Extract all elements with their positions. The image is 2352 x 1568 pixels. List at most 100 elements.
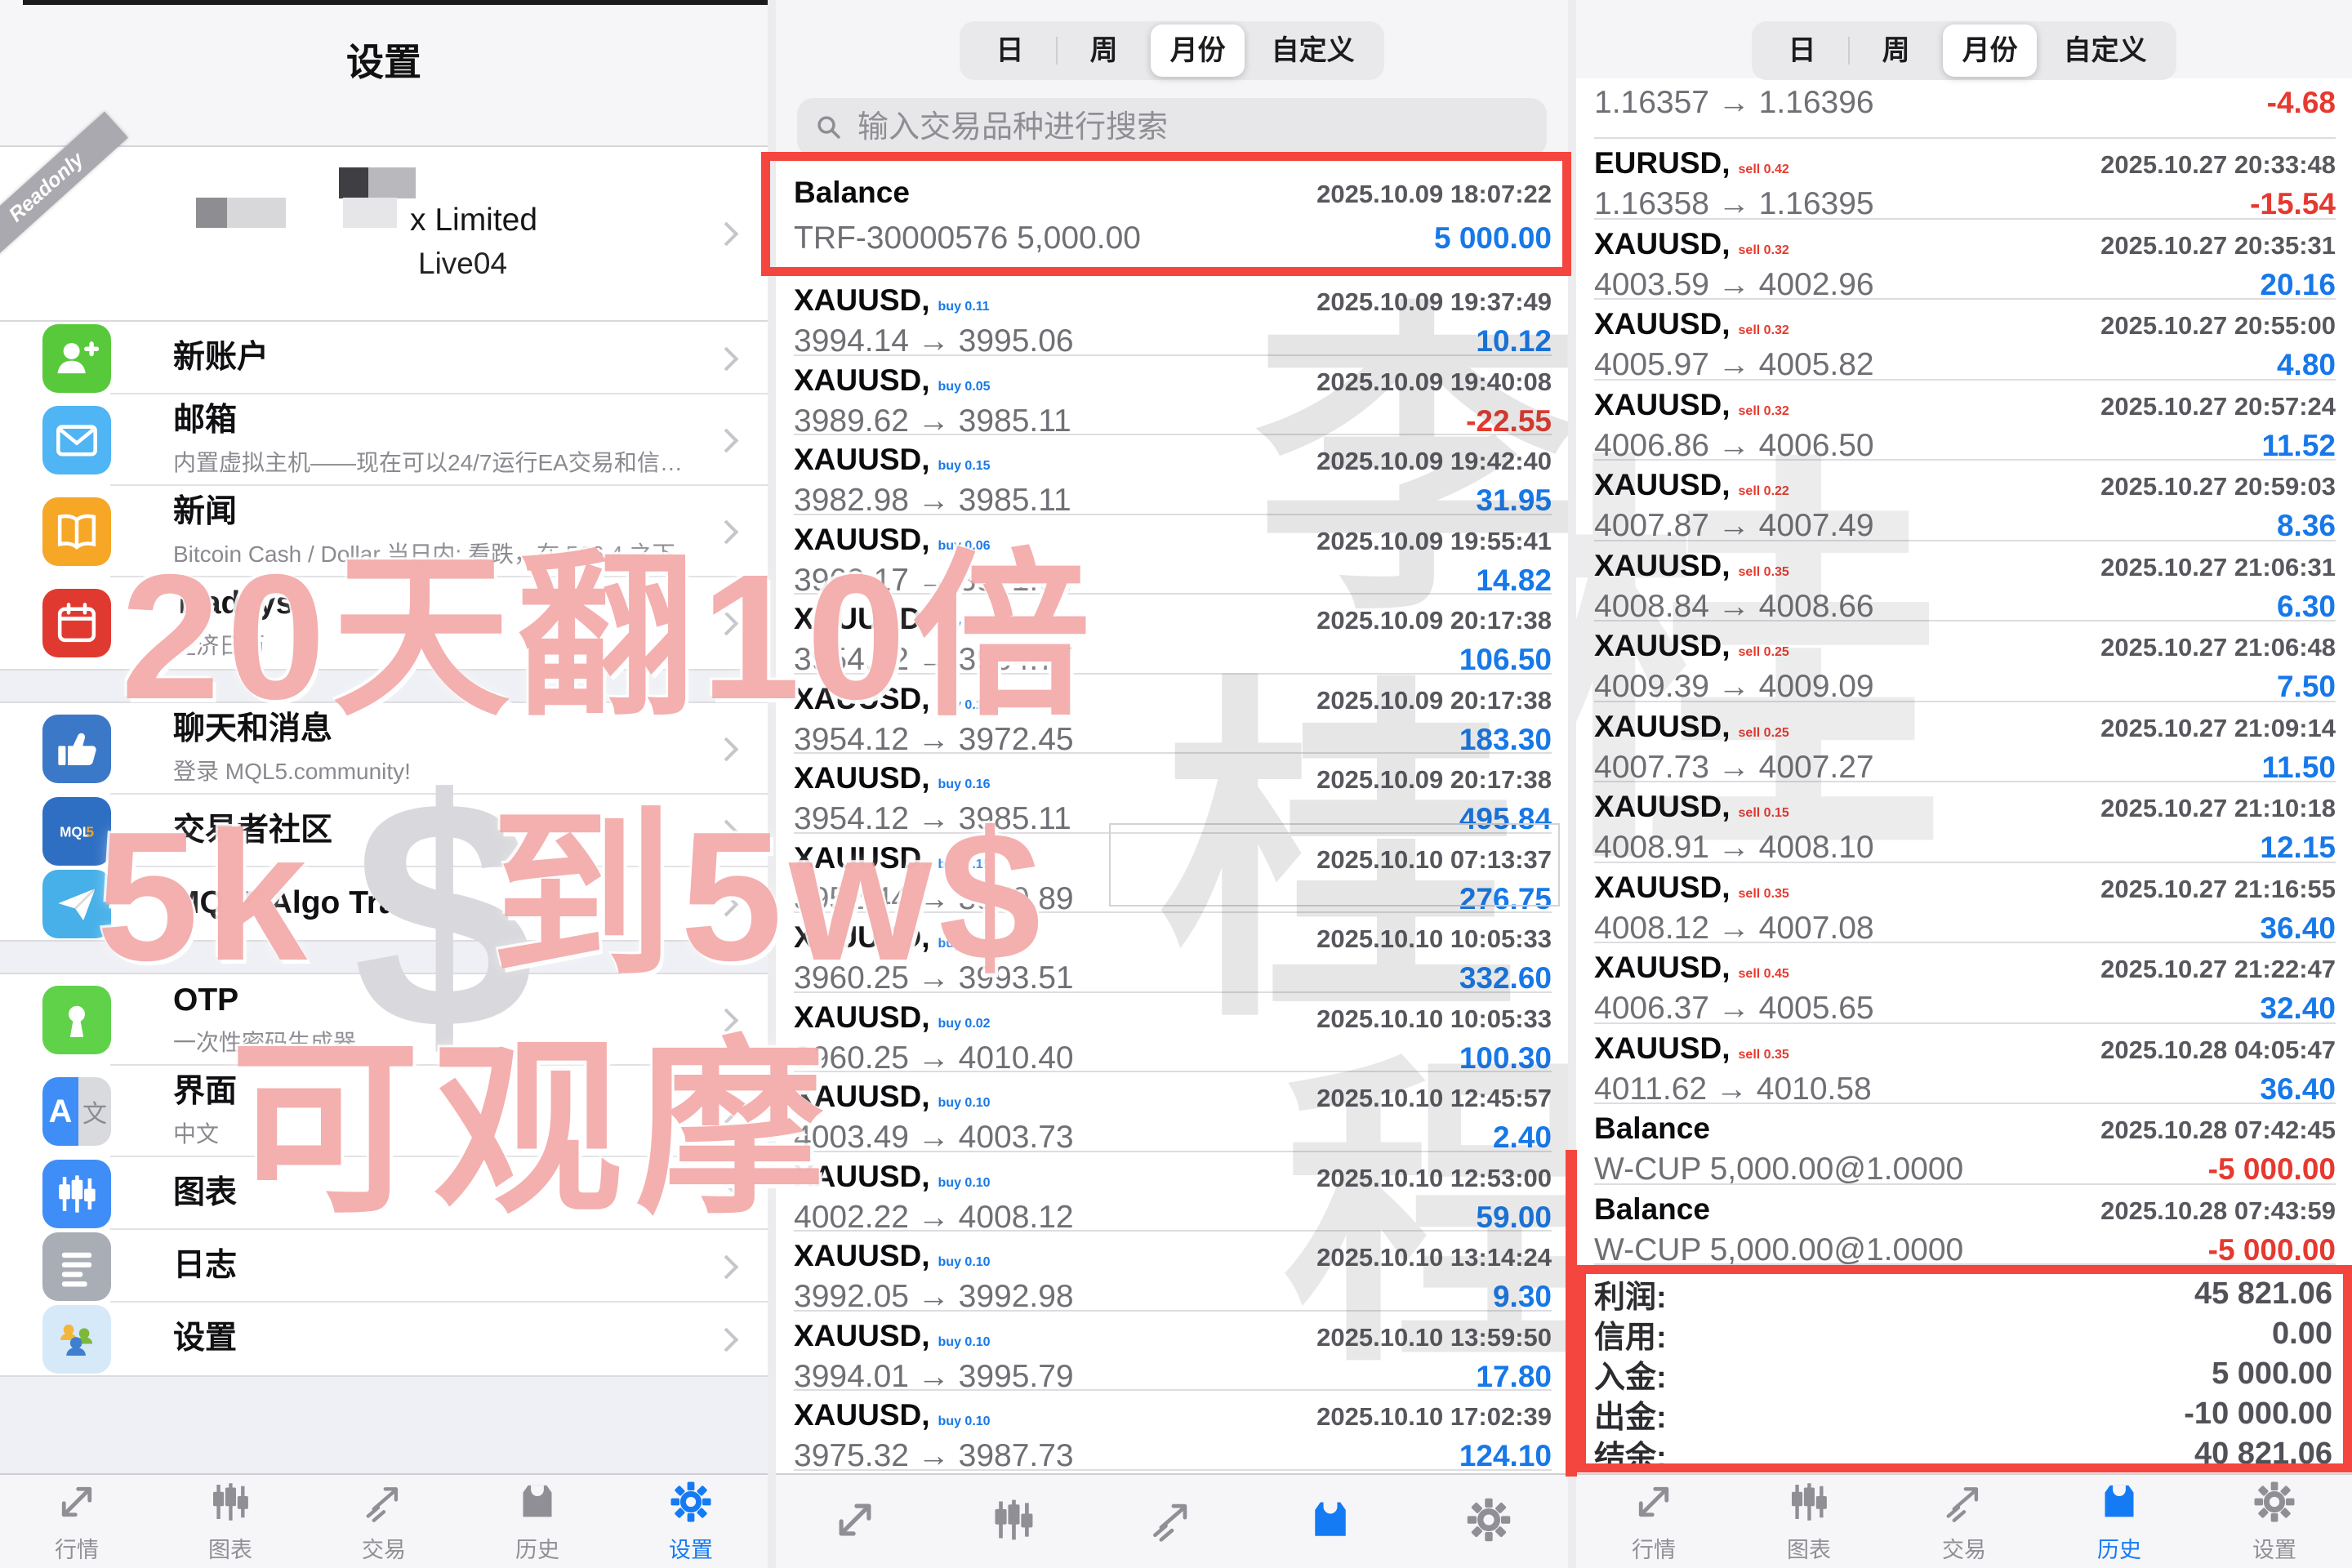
menu-item-new-account[interactable]: 新账户	[0, 322, 768, 394]
deal-row[interactable]: XAUUSD,sell 0.252025.10.27 21:09:144007.…	[1594, 702, 2336, 783]
deal-row[interactable]: XAUUSD,sell 0.322025.10.27 20:55:004005.…	[1594, 300, 2336, 381]
tab-行情[interactable]: 行情	[0, 1479, 154, 1564]
tab-history[interactable]	[1251, 1495, 1410, 1548]
deal-action: sell 0.35	[1739, 565, 1789, 579]
balance-row[interactable]: Balance2025.10.28 07:43:59W-CUP 5,000.00…	[1594, 1185, 2336, 1266]
deal-profit: 11.50	[2261, 751, 2336, 784]
deal-row[interactable]: XAUUSD,sell 0.352025.10.28 04:05:474011.…	[1594, 1024, 2336, 1105]
summary-value: -10 000.00	[2184, 1396, 2332, 1432]
deal-row[interactable]: XAUUSD,buy 0.102025.10.09 20:17:383954.1…	[794, 595, 1552, 675]
quotes-icon	[1631, 1479, 1677, 1529]
tab-图表[interactable]: 图表	[154, 1479, 307, 1564]
menu-item-otp[interactable]: OTP一次性密码生成器	[0, 974, 768, 1066]
redaction-block	[343, 198, 397, 228]
tab-历史[interactable]: 历史	[461, 1479, 614, 1564]
menu-item-interface[interactable]: A文界面中文	[0, 1066, 768, 1157]
menu-item-tradays[interactable]: Tradays经济日历	[0, 577, 768, 669]
deal-action: buy 0.10	[938, 1335, 991, 1349]
tab-chart[interactable]	[934, 1495, 1093, 1548]
journal-icon	[42, 1232, 111, 1301]
summary-line: 结余:40 821.06	[1594, 1434, 2332, 1474]
menu-item-traders-community[interactable]: MQL5交易者社区	[0, 795, 768, 867]
deal-row[interactable]: XAUUSD,sell 0.322025.10.27 20:35:314003.…	[1594, 220, 2336, 301]
deal-row[interactable]: XAUUSD,buy 0.102025.10.10 17:02:393975.3…	[794, 1391, 1552, 1471]
segment-周[interactable]: 周	[1849, 24, 1943, 77]
deal-row[interactable]: XAUUSD,sell 0.352025.10.27 21:06:314008.…	[1594, 541, 2336, 622]
deal-row[interactable]: XAUUSD,buy 0.162025.10.09 20:17:383954.1…	[794, 754, 1552, 834]
deal-row[interactable]: XAUUSD,buy 0.102025.10.10 12:45:574003.4…	[794, 1072, 1552, 1152]
deal-symbol: XAUUSD,	[794, 523, 930, 556]
deal-row[interactable]: XAUUSD,buy 0.102025.10.10 13:59:503994.0…	[794, 1312, 1552, 1392]
account-card[interactable]: Readonly x Limited Live04	[0, 147, 768, 322]
deal-row[interactable]: XAUUSD,buy 0.102025.10.09 20:17:383954.1…	[794, 675, 1552, 755]
deal-row[interactable]: XAUUSD,buy 0.062025.10.09 19:55:413969.1…	[794, 515, 1552, 595]
menu-item-news[interactable]: 新闻Bitcoin Cash / Dollar 当日内: 看跌，在 566.4 …	[0, 486, 768, 577]
segment-月份[interactable]: 月份	[1151, 24, 1245, 77]
balance-row[interactable]: Balance2025.10.09 18:07:22TRF-30000576 5…	[794, 162, 1552, 276]
segment-周[interactable]: 周	[1057, 24, 1151, 77]
chevron-right-icon	[715, 1327, 739, 1352]
chevron-right-icon	[715, 612, 739, 636]
chevron-right-icon	[715, 1182, 739, 1206]
tab-交易[interactable]: 交易	[307, 1479, 461, 1564]
deal-row[interactable]: XAUUSD,sell 0.452025.10.27 21:22:474006.…	[1594, 943, 2336, 1024]
deal-row[interactable]: XAUUSD,sell 0.222025.10.27 20:59:034007.…	[1594, 461, 2336, 541]
segment-自定义[interactable]: 自定义	[2037, 24, 2173, 77]
deal-action: buy 0.11	[938, 300, 990, 314]
balance-row[interactable]: Balance2025.10.28 07:42:45W-CUP 5,000.00…	[1594, 1104, 2336, 1185]
tab-trade[interactable]	[1093, 1495, 1251, 1548]
balance-amount: 5 000.00	[1434, 221, 1552, 255]
deal-row[interactable]: XAUUSD,buy 0.102025.10.10 10:05:333960.2…	[794, 913, 1552, 993]
deal-row[interactable]: XAUUSD,sell 0.252025.10.27 21:06:484009.…	[1594, 621, 2336, 702]
interface-icon: A文	[42, 1077, 111, 1146]
menu-item-journal[interactable]: 日志	[0, 1230, 768, 1303]
deal-row[interactable]: XAUUSD,sell 0.352025.10.27 21:16:554008.…	[1594, 863, 2336, 944]
svg-text:5: 5	[87, 823, 95, 840]
segment-日[interactable]: 日	[963, 24, 1057, 77]
deal-action: buy 0.02	[938, 1017, 991, 1031]
deal-row[interactable]: XAUUSD,buy 0.102025.10.10 12:53:004002.2…	[794, 1152, 1552, 1232]
deal-prices: 4008.84 → 4008.66	[1594, 589, 1874, 625]
deal-row[interactable]: XAUUSD,buy 0.112025.10.09 19:37:493994.1…	[794, 276, 1552, 356]
deal-row[interactable]: XAUUSD,buy 0.052025.10.09 19:40:083989.6…	[794, 356, 1552, 436]
deal-row[interactable]: EURUSD,sell 0.422025.10.27 20:33:481.163…	[1594, 139, 2336, 220]
tab-交易[interactable]: 交易	[1886, 1479, 2042, 1564]
menu-item-mql5-algo-trading[interactable]: MQL5 Algo Trading	[0, 867, 768, 940]
status-bar-remnant	[23, 0, 768, 5]
deal-row[interactable]: XAUUSD,sell 0.322025.10.27 20:57:244006.…	[1594, 381, 2336, 461]
menu-item-settings[interactable]: 设置	[0, 1303, 768, 1375]
deal-action: buy 0.10	[938, 1255, 991, 1269]
settings-menu-group: OTP一次性密码生成器A文界面中文图表日志设置	[0, 973, 768, 1377]
menu-item-label: 日志	[173, 1248, 237, 1285]
deal-profit: -15.54	[2250, 187, 2336, 220]
new-account-icon	[42, 324, 111, 393]
deal-datetime: 2025.10.10 17:02:39	[1316, 1403, 1552, 1432]
tab-quotes[interactable]	[776, 1495, 934, 1548]
deal-row[interactable]: XAUUSD,buy 0.022025.10.10 10:05:333960.2…	[794, 993, 1552, 1073]
deal-row[interactable]: XAUUSD,buy 0.152025.10.09 19:42:403982.9…	[794, 435, 1552, 515]
tab-行情[interactable]: 行情	[1576, 1479, 1731, 1564]
period-segmented-control: 日周月份自定义	[1752, 21, 2176, 80]
search-input[interactable]	[856, 109, 1530, 146]
tab-gear[interactable]	[1410, 1495, 1568, 1548]
chevron-right-icon	[715, 1100, 739, 1125]
menu-item-chat-messages[interactable]: 聊天和消息登录 MQL5.community!	[0, 703, 768, 795]
tab-历史[interactable]: 历史	[2042, 1479, 2197, 1564]
deal-datetime: 2025.10.10 12:45:57	[1316, 1085, 1552, 1113]
gear-icon	[668, 1479, 714, 1529]
menu-item-mailbox[interactable]: 邮箱内置虚拟主机——现在可以24/7运行EA交易和信号 - Tradin...	[0, 394, 768, 486]
tab-图表[interactable]: 图表	[1731, 1479, 1886, 1564]
deal-symbol: XAUUSD,	[1594, 227, 1731, 261]
menu-item-charts[interactable]: 图表	[0, 1157, 768, 1230]
segment-日[interactable]: 日	[1755, 24, 1849, 77]
segment-月份[interactable]: 月份	[1943, 24, 2037, 77]
deal-row[interactable]: XAUUSD,sell 0.152025.10.27 21:10:184008.…	[1594, 782, 2336, 863]
deal-row-partial[interactable]: 1.16357 → 1.16396-4.68	[1594, 78, 2336, 139]
deal-prices: 3982.98 → 3985.11	[794, 483, 1071, 519]
deal-datetime: 2025.10.10 10:05:33	[1316, 1005, 1552, 1034]
segment-自定义[interactable]: 自定义	[1245, 24, 1381, 77]
tab-设置[interactable]: 设置	[2197, 1479, 2352, 1564]
tab-设置[interactable]: 设置	[614, 1479, 768, 1564]
deal-row[interactable]: XAUUSD,buy 0.102025.10.10 13:14:243992.0…	[794, 1232, 1552, 1312]
deal-datetime: 2025.10.27 20:57:24	[2100, 393, 2336, 421]
